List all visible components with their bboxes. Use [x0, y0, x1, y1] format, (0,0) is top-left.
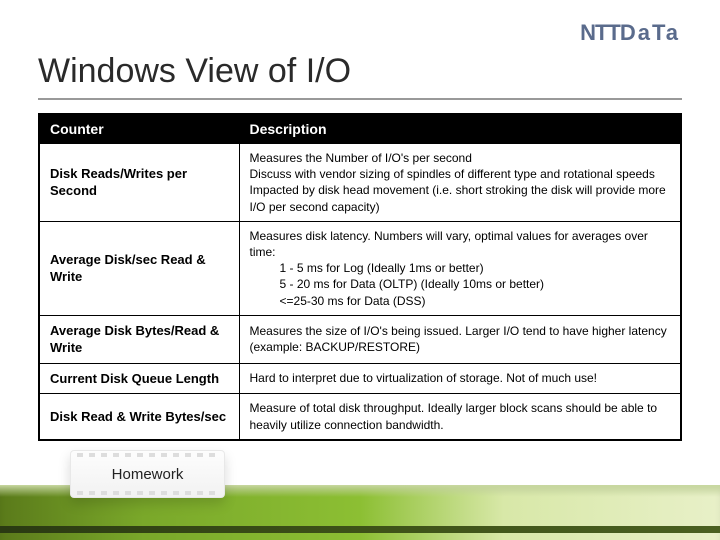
io-table: Counter Description Disk Reads/Writes pe…: [38, 113, 682, 441]
brand-part1: NTT: [580, 20, 620, 45]
header-counter: Counter: [39, 114, 239, 144]
brand-logo: NTTDaTa: [580, 20, 680, 46]
desc-item: <=25-30 ms for Data (DSS): [250, 293, 671, 309]
desc-pre: Measures disk latency. Numbers will vary…: [250, 229, 648, 259]
counter-cell: Disk Read & Write Bytes/sec: [39, 394, 239, 440]
description-cell: Measure of total disk throughput. Ideall…: [239, 394, 681, 440]
counter-cell: Average Disk/sec Read & Write: [39, 221, 239, 315]
description-cell: Measures the size of I/O's being issued.…: [239, 315, 681, 363]
counter-cell: Current Disk Queue Length: [39, 363, 239, 394]
description-cell: Hard to interpret due to virtualization …: [239, 363, 681, 394]
page-title: Windows View of I/O: [38, 52, 351, 91]
homework-badge: Homework: [70, 450, 225, 498]
desc-item: 1 - 5 ms for Log (Ideally 1ms or better): [250, 260, 671, 276]
brand-part2: DaTa: [620, 20, 680, 45]
header-description: Description: [239, 114, 681, 144]
table-row: Disk Read & Write Bytes/sec Measure of t…: [39, 394, 681, 440]
description-cell: Measures disk latency. Numbers will vary…: [239, 221, 681, 315]
table-row: Current Disk Queue Length Hard to interp…: [39, 363, 681, 394]
table-row: Disk Reads/Writes per Second Measures th…: [39, 144, 681, 222]
io-table-container: Counter Description Disk Reads/Writes pe…: [38, 113, 682, 441]
counter-cell: Disk Reads/Writes per Second: [39, 144, 239, 222]
counter-cell: Average Disk Bytes/Read & Write: [39, 315, 239, 363]
description-cell: Measures the Number of I/O's per secondD…: [239, 144, 681, 222]
table-header-row: Counter Description: [39, 114, 681, 144]
desc-item: 5 - 20 ms for Data (OLTP) (Ideally 10ms …: [250, 276, 671, 292]
footer-dark-strip: [0, 526, 720, 533]
table-row: Average Disk Bytes/Read & Write Measures…: [39, 315, 681, 363]
title-underline: [38, 98, 682, 100]
table-row: Average Disk/sec Read & Write Measures d…: [39, 221, 681, 315]
homework-label: Homework: [112, 466, 184, 483]
